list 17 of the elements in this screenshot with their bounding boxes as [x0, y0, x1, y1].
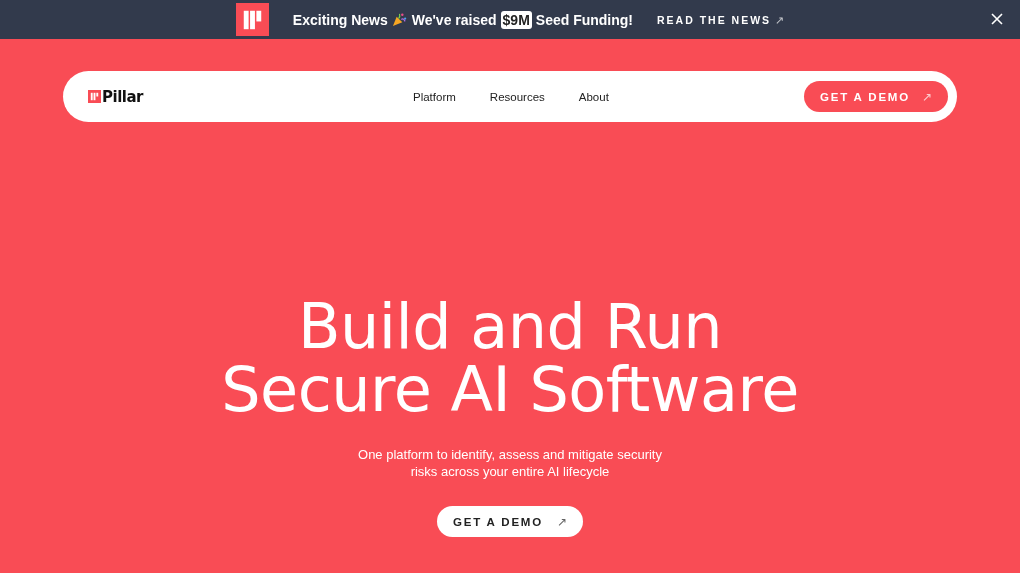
announcement-text: Seed Funding! — [535, 11, 634, 28]
announcement-text: We've raised — [411, 11, 497, 28]
nav-link[interactable]: Resources — [489, 90, 545, 103]
logo-text[interactable]: Pillar — [102, 87, 143, 106]
get-demo-button[interactable]: GET A DEMO ↗ — [437, 506, 583, 537]
announcement-text: Exciting News — [292, 11, 388, 28]
hero-subtitle: One platform to identify, assess and mitigate security risks across your entire AI lifecycle — [357, 446, 663, 480]
close-icon[interactable] — [991, 13, 1003, 25]
logo-icon — [235, 3, 269, 36]
party-popper-icon — [391, 12, 407, 27]
hero-title: Secure AI Software — [221, 358, 799, 421]
highlight-tag: $9M — [500, 10, 532, 29]
nav-link[interactable]: About — [578, 90, 609, 103]
logo-icon — [88, 90, 101, 103]
hero-title: Build and Run — [296, 295, 724, 358]
read-news-link[interactable]: READ THE NEWS ↗ — [657, 13, 785, 26]
nav-link[interactable]: Platform — [413, 90, 456, 103]
